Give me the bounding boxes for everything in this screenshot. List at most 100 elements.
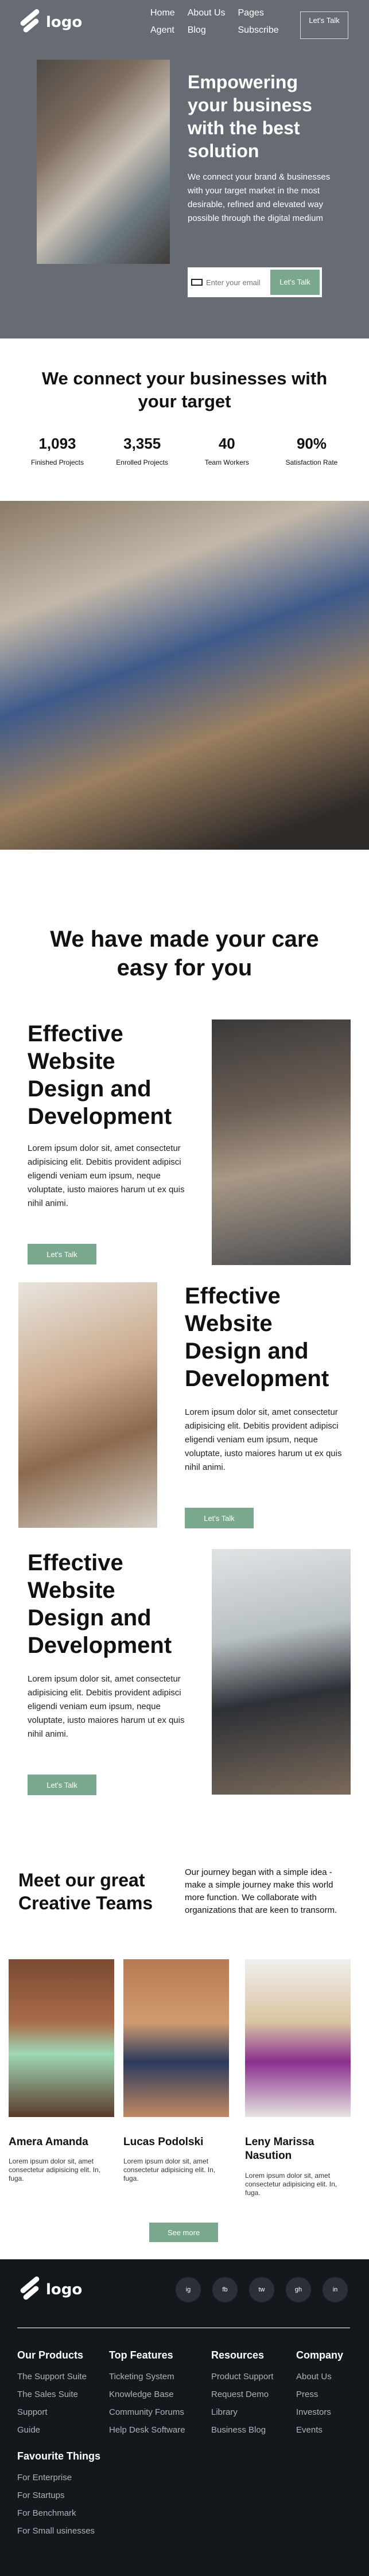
nav-cta-button[interactable]: Let's Talk bbox=[300, 11, 348, 39]
footer-link[interactable]: Community Forums bbox=[109, 2403, 185, 2421]
stat-item: 90% Satisfaction Rate bbox=[274, 435, 349, 466]
stat-value: 40 bbox=[218, 435, 235, 452]
github-icon[interactable]: gh bbox=[286, 2277, 311, 2302]
footer-column: Our Products The Support Suite The Sales… bbox=[17, 2349, 87, 2439]
team-title: Meet our great Creative Teams bbox=[18, 1870, 153, 1913]
stat-label: Team Workers bbox=[204, 458, 249, 466]
footer-favourites: Favourite Things For Enterprise For Star… bbox=[17, 2450, 100, 2540]
service-title: Effective Website Design and Development bbox=[28, 1550, 172, 1658]
nav-pages[interactable]: Pages bbox=[238, 8, 279, 18]
service-title: Effective Website Design and Development bbox=[28, 1021, 172, 1129]
footer-link[interactable]: Business Blog bbox=[211, 2421, 273, 2439]
service-cta-button[interactable]: Let's Talk bbox=[185, 1508, 254, 1528]
stat-label: Enrolled Projects bbox=[116, 458, 169, 466]
member-photo bbox=[123, 1959, 229, 2117]
footer-link[interactable]: Guide bbox=[17, 2421, 87, 2439]
service-block: Effective Website Design and Development… bbox=[0, 1549, 369, 1801]
stat-item: 40 Team Workers bbox=[189, 435, 264, 466]
footer-column-title: Resources bbox=[211, 2349, 265, 2361]
footer-link[interactable]: Knowledge Base bbox=[109, 2386, 185, 2403]
main-nav: Home About Us Pages Agent Blog Subscribe bbox=[150, 8, 279, 36]
logo-icon bbox=[17, 8, 41, 34]
member-desc: Lorem ipsum dolor sit, amet consectetur … bbox=[123, 2157, 216, 2182]
see-more-button[interactable]: See more bbox=[149, 2223, 218, 2242]
member-photo bbox=[245, 1959, 351, 2117]
hero-description: We connect your brand & businesses with … bbox=[188, 172, 331, 223]
stat-value: 90% bbox=[296, 435, 327, 452]
team-photo bbox=[0, 501, 369, 850]
service-cta-button[interactable]: Let's Talk bbox=[28, 1244, 96, 1264]
footer-link[interactable]: Press bbox=[296, 2386, 343, 2403]
email-signup: Let's Talk bbox=[188, 267, 322, 297]
footer-column-title: Favourite Things bbox=[17, 2450, 101, 2462]
brand-logo[interactable]: logo bbox=[17, 8, 83, 34]
hero-photo bbox=[37, 60, 170, 264]
member-name: Amera Amanda bbox=[9, 2136, 88, 2148]
service-block: Effective Website Design and Development… bbox=[0, 1010, 369, 1265]
footer-column: Top Features Ticketing System Knowledge … bbox=[109, 2349, 185, 2439]
footer-column-title: Company bbox=[296, 2349, 344, 2361]
linkedin-icon[interactable]: in bbox=[323, 2277, 348, 2302]
footer-link[interactable]: Request Demo bbox=[211, 2386, 273, 2403]
footer-link[interactable]: Events bbox=[296, 2421, 343, 2439]
email-input[interactable] bbox=[203, 278, 270, 287]
stat-value: 1,093 bbox=[38, 435, 76, 452]
service-photo bbox=[212, 1019, 351, 1265]
footer-link[interactable]: Help Desk Software bbox=[109, 2421, 185, 2439]
hero-section: logo Home About Us Pages Agent Blog Subs… bbox=[0, 0, 369, 338]
instagram-icon[interactable]: ig bbox=[176, 2277, 201, 2302]
nav-home[interactable]: Home bbox=[150, 8, 175, 18]
footer-column: Company About Us Press Investors Events bbox=[296, 2349, 343, 2439]
footer-column-title: Our Products bbox=[17, 2349, 84, 2361]
footer-link[interactable]: About Us bbox=[296, 2368, 343, 2386]
mail-icon bbox=[191, 279, 203, 286]
footer-column-title: Top Features bbox=[109, 2349, 173, 2361]
footer-link[interactable]: Investors bbox=[296, 2403, 343, 2421]
stat-item: 1,093 Finished Projects bbox=[20, 435, 95, 466]
member-name: Leny Marissa Nasution bbox=[245, 2136, 314, 2162]
logo-icon bbox=[17, 2275, 41, 2302]
member-desc: Lorem ipsum dolor sit, amet consectetur … bbox=[245, 2172, 337, 2197]
service-photo bbox=[18, 1282, 157, 1528]
service-block: Effective Website Design and Development… bbox=[0, 1282, 369, 1535]
service-cta-button[interactable]: Let's Talk bbox=[28, 1775, 96, 1795]
footer-link[interactable]: Product Support bbox=[211, 2368, 273, 2386]
twitter-icon[interactable]: tw bbox=[249, 2277, 274, 2302]
facebook-icon[interactable]: fb bbox=[212, 2277, 238, 2302]
service-text: Lorem ipsum dolor sit, amet consectetur … bbox=[185, 1407, 342, 1472]
member-photo bbox=[9, 1959, 114, 2117]
services-title: We have made your care easy for you bbox=[50, 927, 319, 980]
footer-link[interactable]: For Enterprise bbox=[17, 2469, 100, 2486]
member-name: Lucas Podolski bbox=[123, 2136, 204, 2148]
member-desc: Lorem ipsum dolor sit, amet consectetur … bbox=[9, 2157, 101, 2182]
nav-blog[interactable]: Blog bbox=[188, 25, 226, 36]
stats-row: 1,093 Finished Projects 3,355 Enrolled Pro… bbox=[20, 435, 349, 466]
service-text: Lorem ipsum dolor sit, amet consectetur … bbox=[28, 1674, 185, 1739]
logo-text: logo bbox=[46, 2281, 83, 2298]
footer-link[interactable]: For Benchmark bbox=[17, 2504, 100, 2522]
footer-link[interactable]: Library bbox=[211, 2403, 273, 2421]
footer-link[interactable]: The Sales Suite bbox=[17, 2386, 87, 2403]
footer-link[interactable]: For Startups bbox=[17, 2486, 100, 2504]
nav-about[interactable]: About Us bbox=[188, 8, 226, 18]
social-links: ig fb tw gh in bbox=[176, 2277, 348, 2302]
email-submit-button[interactable]: Let's Talk bbox=[270, 270, 320, 295]
footer-link[interactable]: For Small usinesses bbox=[17, 2522, 100, 2540]
service-photo bbox=[212, 1549, 351, 1795]
stat-item: 3,355 Enrolled Projects bbox=[105, 435, 180, 466]
nav-agent[interactable]: Agent bbox=[150, 25, 175, 36]
footer-column: Resources Product Support Request Demo L… bbox=[211, 2349, 273, 2439]
stat-label: Finished Projects bbox=[30, 458, 84, 466]
stat-value: 3,355 bbox=[123, 435, 161, 452]
service-title: Effective Website Design and Development bbox=[185, 1283, 329, 1391]
nav-subscribe[interactable]: Subscribe bbox=[238, 25, 279, 36]
footer-logo[interactable]: logo bbox=[17, 2275, 83, 2302]
logo-text: logo bbox=[46, 14, 83, 31]
stat-label: Satisfaction Rate bbox=[285, 458, 338, 466]
hero-title: Empowering your business with the best s… bbox=[188, 72, 312, 161]
service-text: Lorem ipsum dolor sit, amet consectetur … bbox=[28, 1143, 185, 1208]
footer-link[interactable]: Support bbox=[17, 2403, 87, 2421]
footer-link[interactable]: The Support Suite bbox=[17, 2368, 87, 2386]
team-description: Our journey began with a simple idea - m… bbox=[185, 1867, 337, 1915]
footer-link[interactable]: Ticketing System bbox=[109, 2368, 185, 2386]
